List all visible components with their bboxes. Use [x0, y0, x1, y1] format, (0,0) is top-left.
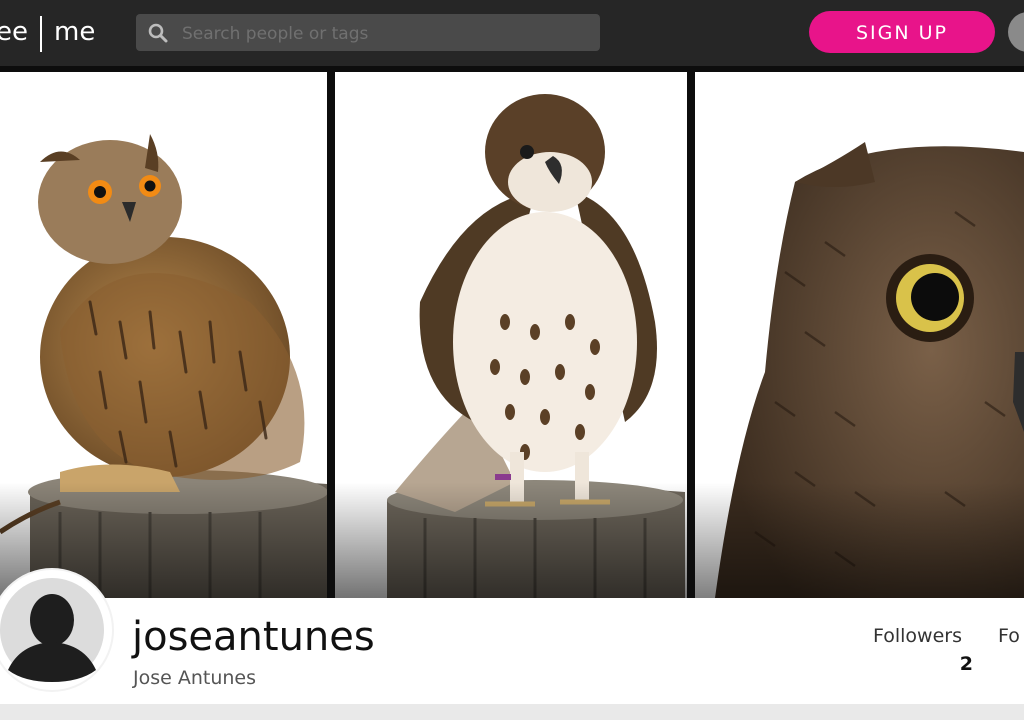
profile-full-name: Jose Antunes	[133, 667, 257, 689]
profile-username: joseantunes	[132, 614, 375, 660]
logo-text-right: me	[54, 17, 96, 47]
followers-stat[interactable]: Followers 2	[873, 622, 973, 678]
owl-closeup-image	[695, 72, 1024, 598]
cover-photo-strip	[0, 66, 1024, 598]
hawk-image	[335, 72, 687, 598]
cover-photo-eagle-owl[interactable]	[0, 72, 327, 598]
followers-count: 2	[959, 653, 973, 675]
sign-up-button[interactable]: SIGN UP	[809, 11, 995, 53]
search-icon	[148, 23, 168, 43]
logo-text-left: ee	[0, 17, 28, 47]
search-input[interactable]	[180, 14, 594, 53]
avatar[interactable]	[0, 570, 112, 690]
cover-photo-owl-closeup[interactable]	[695, 72, 1024, 598]
eagle-owl-image	[0, 72, 327, 598]
following-stat[interactable]: Fo	[998, 622, 1024, 650]
following-label: Fo	[998, 625, 1020, 647]
default-avatar-icon	[0, 578, 104, 682]
search-box[interactable]	[136, 14, 600, 53]
followers-label: Followers	[873, 625, 962, 647]
top-navigation-bar: ee me SIGN UP	[0, 0, 1024, 66]
content-area-top	[0, 704, 1024, 720]
cover-photo-hawk[interactable]	[335, 72, 687, 598]
login-button[interactable]	[1008, 12, 1024, 52]
logo-divider	[40, 16, 42, 52]
